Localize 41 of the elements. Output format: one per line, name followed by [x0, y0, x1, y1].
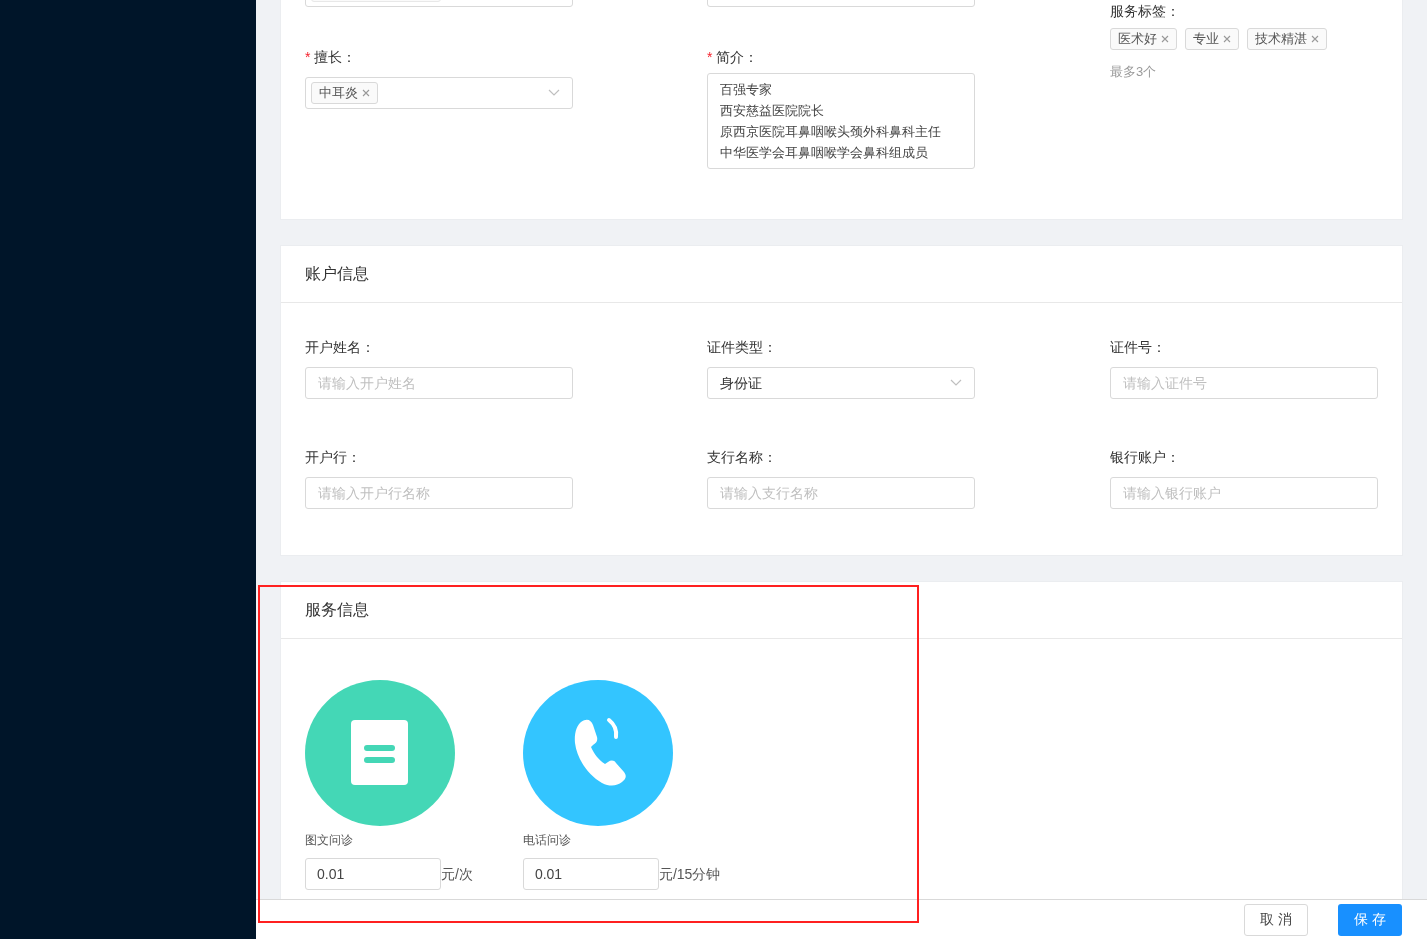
select-field[interactable]: 身份证 — [707, 367, 975, 399]
required-mark: * — [707, 47, 713, 67]
tag-text: 医术好 — [1118, 30, 1157, 49]
field-label: 证件号： — [1110, 337, 1166, 357]
field-label: 擅长： — [314, 47, 357, 67]
cancel-button[interactable]: 取消 — [1244, 903, 1308, 936]
field-label: 支行名称： — [707, 447, 777, 467]
document-icon[interactable] — [305, 680, 455, 826]
close-icon[interactable] — [1311, 35, 1319, 43]
input-field[interactable]: 请输入证件号 — [1110, 367, 1378, 399]
required-mark: * — [305, 47, 311, 67]
price-field[interactable]: 0.01 — [305, 858, 441, 890]
field-label: 银行账户： — [1110, 447, 1180, 467]
tag-text: 技术精湛 — [1255, 30, 1307, 49]
price-field[interactable]: 0.01 — [522, 858, 659, 890]
service-name: 图文问诊 — [305, 832, 354, 849]
textarea-field[interactable]: 百强专家 西安慈益医院院长 原西京医院耳鼻咽喉头颈外科鼻科主任 中华医学会耳鼻咽喉学会鼻科组成员 — [707, 73, 975, 169]
close-icon[interactable] — [362, 89, 370, 97]
tag-text: 专业 — [1193, 30, 1219, 49]
chevron-down-icon — [950, 379, 962, 387]
hint-text: 最多3个 — [1110, 63, 1158, 81]
field-label: 服务标签： — [1110, 1, 1180, 21]
input-field[interactable]: 请输入支行名称 — [707, 477, 975, 509]
price-unit: 元/15分钟 — [658, 864, 721, 884]
chevron-down-icon — [548, 89, 560, 97]
input-field[interactable]: 请输入开户行名称 — [305, 477, 573, 509]
service-name: 电话问诊 — [522, 832, 572, 849]
field-label: 简介： — [716, 47, 759, 67]
input-field[interactable]: 请输入银行账户 — [1110, 477, 1378, 509]
select-field[interactable]: 中耳炎 — [305, 77, 573, 109]
input-field[interactable]: 请输入开户姓名 — [305, 367, 573, 399]
card-title: 账户信息 — [305, 264, 369, 284]
close-icon[interactable] — [1161, 35, 1169, 43]
tag-text: 中耳炎 — [319, 84, 358, 103]
phone-icon[interactable] — [522, 680, 673, 826]
field-label: 开户姓名： — [305, 337, 375, 357]
field-label: 证件类型： — [707, 337, 777, 357]
field-label: 开户行： — [305, 447, 361, 467]
close-icon[interactable] — [1223, 35, 1231, 43]
price-unit: 元/次 — [441, 864, 473, 884]
card-title: 服务信息 — [305, 600, 369, 620]
